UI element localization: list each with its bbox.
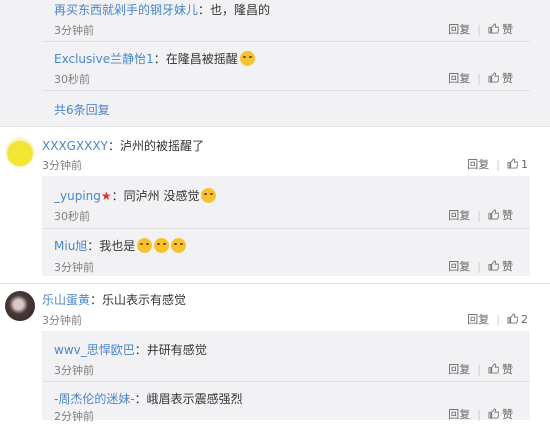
reply-user[interactable]: wwv_思悍欧巴 — [54, 343, 135, 357]
comment-item: XXXGXXXY：泸州的被摇醒了 — [42, 137, 204, 154]
reply-user[interactable]: 再买东西就剁手的钢牙妹儿 — [54, 3, 198, 17]
reply-time: 3分钟前 — [54, 364, 94, 377]
crying-emoji-icon — [239, 51, 255, 66]
reply-divider — [42, 381, 530, 382]
emoji-icon — [137, 238, 153, 253]
reply-item: Exclusive兰静怡1：在隆昌被摇醒 — [54, 50, 255, 67]
thumbs-up-icon — [488, 23, 499, 34]
reply-time: 30秒前 — [54, 210, 90, 223]
reply-user[interactable]: Exclusive兰静怡1 — [54, 52, 154, 66]
reply-user[interactable]: -周杰伦的迷妹- — [54, 392, 135, 406]
thumbs-up-icon — [488, 260, 499, 271]
comment-user[interactable]: XXXGXXXY — [42, 139, 108, 153]
reply-button[interactable]: 回复 — [448, 408, 470, 421]
reply-actions: 回复 | 赞 — [448, 72, 513, 85]
reply-button[interactable]: 回复 — [467, 313, 489, 326]
reply-item: Miu旭：我也是 — [54, 237, 187, 254]
reply-button[interactable]: 回复 — [448, 72, 470, 85]
reply-user[interactable]: Miu旭 — [54, 239, 87, 253]
like-button[interactable]: 赞 — [488, 23, 513, 36]
emoji-icon — [201, 188, 217, 203]
reply-button[interactable]: 回复 — [448, 23, 470, 36]
reply-time: 3分钟前 — [54, 261, 94, 274]
reply-actions: 回复 | 赞 — [448, 363, 513, 376]
reply-divider — [42, 90, 530, 91]
comment-time: 3分钟前 — [42, 314, 82, 327]
comment-actions: 回复 | 2 — [467, 313, 528, 326]
thumbs-up-icon — [488, 209, 499, 220]
reply-item: _yuping★：同泸州 没感觉 — [54, 187, 217, 204]
comment-list: 再买东西就剁手的钢牙妹儿：也，隆昌的 3分钟前 回复 | 赞 Exclusive兰静… — [0, 0, 550, 423]
reply-actions: 回复 | 赞 — [448, 23, 513, 36]
reply-text: ：在隆昌被摇醒 — [153, 52, 238, 66]
reply-text: ：我也是 — [87, 239, 136, 253]
reply-item: 再买东西就剁手的钢牙妹儿：也，隆昌的 — [54, 1, 270, 18]
more-replies-link[interactable]: 共6条回复 — [54, 101, 110, 118]
reply-text: ：同泸州 没感觉 — [111, 189, 200, 203]
reply-user[interactable]: _yuping — [54, 189, 101, 203]
reply-text: ：峨眉表示震感强烈 — [134, 392, 243, 406]
thumbs-up-icon — [507, 158, 518, 169]
thumbs-up-icon — [507, 313, 518, 324]
like-button[interactable]: 赞 — [488, 72, 513, 85]
emoji-icon — [171, 238, 187, 253]
reply-divider — [42, 228, 530, 229]
reply-actions: 回复 | 赞 — [448, 209, 513, 222]
reply-button[interactable]: 回复 — [448, 363, 470, 376]
comment-time: 3分钟前 — [42, 159, 82, 172]
thread-divider — [0, 126, 550, 127]
reply-actions: 回复 | 赞 — [448, 260, 513, 273]
reply-text: ：井研有感觉 — [134, 343, 207, 357]
like-button[interactable]: 赞 — [488, 209, 513, 222]
avatar[interactable] — [5, 291, 35, 321]
like-button[interactable]: 赞 — [488, 363, 513, 376]
reply-button[interactable]: 回复 — [448, 209, 470, 222]
reply-time: 3分钟前 — [54, 24, 94, 37]
comment-text: ：乐山表示有感觉 — [90, 293, 187, 307]
comment-actions: 回复 | 1 — [467, 158, 528, 171]
comment-item: 乐山蛋黄：乐山表示有感觉 — [42, 291, 186, 308]
like-button[interactable]: 赞 — [488, 260, 513, 273]
reply-item: -周杰伦的迷妹-：峨眉表示震感强烈 — [54, 390, 243, 407]
like-button[interactable]: 2 — [507, 313, 528, 326]
thumbs-up-icon — [488, 408, 499, 419]
reply-button[interactable]: 回复 — [448, 260, 470, 273]
avatar[interactable] — [5, 137, 35, 167]
thumbs-up-icon — [488, 363, 499, 374]
reply-time: 30秒前 — [54, 73, 90, 86]
thread-divider — [0, 283, 550, 284]
reply-text: ：也，隆昌的 — [198, 3, 271, 17]
like-button[interactable]: 赞 — [488, 408, 513, 421]
reply-divider — [42, 41, 530, 42]
emoji-icon — [154, 238, 170, 253]
comment-text: ：泸州的被摇醒了 — [107, 139, 204, 153]
reply-item: wwv_思悍欧巴：井研有感觉 — [54, 341, 207, 358]
reply-time: 2分钟前 — [54, 410, 94, 423]
comment-user[interactable]: 乐山蛋黄 — [42, 293, 90, 307]
reply-button[interactable]: 回复 — [467, 158, 489, 171]
like-button[interactable]: 1 — [507, 158, 528, 171]
star-icon: ★ — [100, 189, 112, 203]
thumbs-up-icon — [488, 72, 499, 83]
